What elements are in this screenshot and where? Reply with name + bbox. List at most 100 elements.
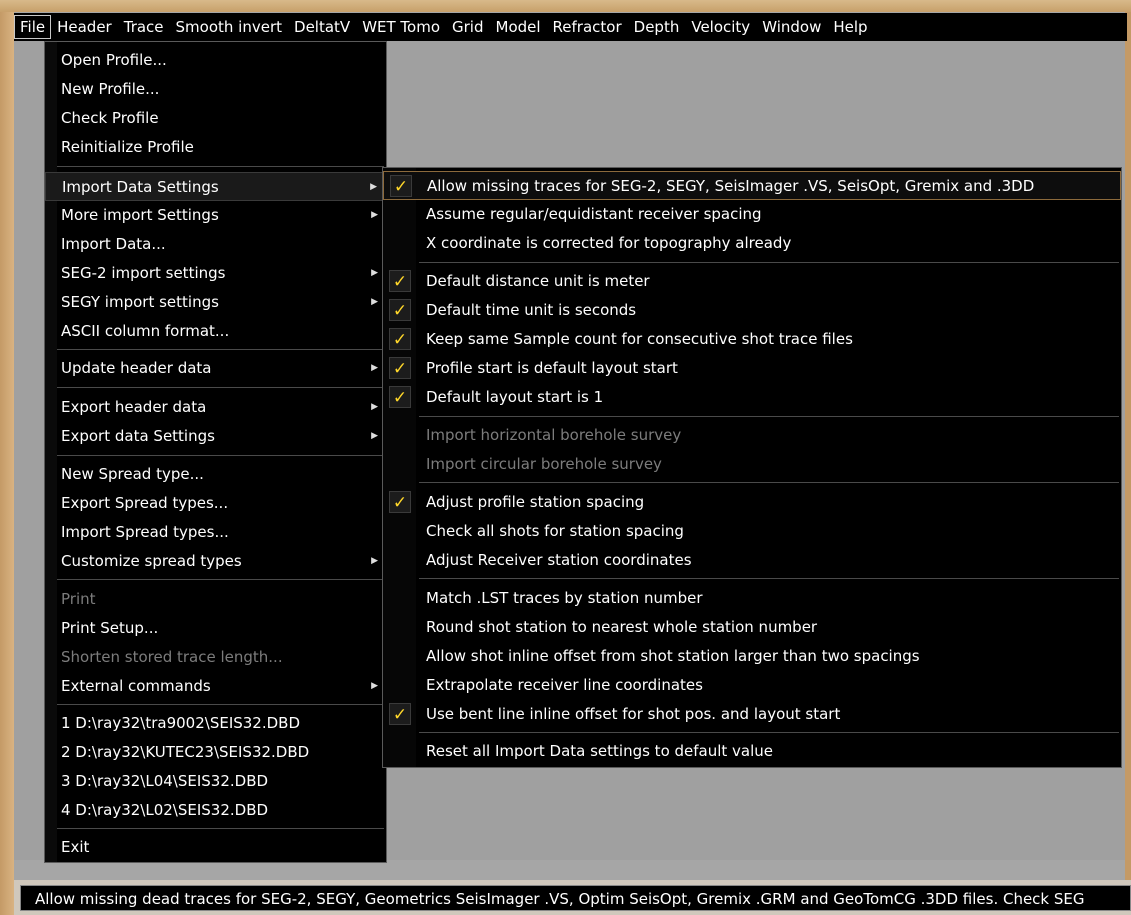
menu-separator [419,732,1119,733]
setting-adjust-receiver-coordinates[interactable]: Adjust Receiver station coordinates [383,546,1121,575]
menu-item-export-spread-types[interactable]: Export Spread types... [45,489,386,518]
check-icon: ✓ [389,328,411,350]
menu-item-label: Import Data Settings [62,178,219,196]
setting-import-horizontal-borehole: Import horizontal borehole survey [383,421,1121,450]
setting-default-distance-meter[interactable]: ✓ Default distance unit is meter [383,267,1121,296]
menu-item-seg2-import-settings[interactable]: SEG-2 import settings ▶ [45,259,386,288]
setting-check-all-shots-spacing[interactable]: Check all shots for station spacing [383,517,1121,546]
setting-label: Extrapolate receiver line coordinates [426,676,703,694]
menu-item-shorten-trace-length: Shorten stored trace length... [61,648,283,666]
menu-item-import-spread-types[interactable]: Import Spread types... [45,518,386,547]
menu-velocity[interactable]: Velocity [685,15,756,39]
menu-item-external-commands[interactable]: External commands ▶ [45,672,386,701]
menu-item-label: External commands [61,677,211,695]
menu-separator [57,166,384,167]
menu-item-label: Export data Settings [61,427,215,445]
setting-label: Round shot station to nearest whole stat… [426,618,818,636]
menu-header[interactable]: Header [51,15,118,39]
setting-label: Import circular borehole survey [426,455,662,473]
setting-default-layout-start-1[interactable]: ✓ Default layout start is 1 [383,383,1121,412]
setting-label: Adjust Receiver station coordinates [426,551,692,569]
setting-allow-shot-inline-offset[interactable]: Allow shot inline offset from shot stati… [383,642,1121,671]
menu-separator [419,482,1119,483]
menu-item-export-data-settings[interactable]: Export data Settings ▶ [45,422,386,451]
menu-item-open-profile[interactable]: Open Profile... [45,46,386,75]
setting-reset-all-defaults[interactable]: Reset all Import Data settings to defaul… [383,737,1121,766]
menu-item-segy-import-settings[interactable]: SEGY import settings ▶ [45,288,386,317]
submenu-arrow-icon: ▶ [371,402,378,412]
setting-keep-sample-count[interactable]: ✓ Keep same Sample count for consecutive… [383,325,1121,354]
setting-label: Check all shots for station spacing [426,522,684,540]
setting-label: Use bent line inline offset for shot pos… [426,705,841,723]
setting-label: Default layout start is 1 [426,388,604,406]
check-icon: ✓ [389,299,411,321]
setting-round-shot-station[interactable]: Round shot station to nearest whole stat… [383,613,1121,642]
menu-item-new-profile[interactable]: New Profile... [45,75,386,104]
setting-label: Match .LST traces by station number [426,589,703,607]
menu-separator [57,704,384,705]
menu-file[interactable]: File [14,15,52,39]
menu-refractor[interactable]: Refractor [547,15,628,39]
menu-item-exit[interactable]: Exit [45,833,386,862]
menu-help[interactable]: Help [827,15,873,39]
submenu-arrow-icon: ▶ [371,268,378,278]
setting-assume-regular-spacing[interactable]: Assume regular/equidistant receiver spac… [383,200,1121,229]
menu-item-new-spread-type[interactable]: New Spread type... [45,460,386,489]
menu-item-print-setup[interactable]: Print Setup... [45,614,386,643]
menu-model[interactable]: Model [490,15,547,39]
menu-item-import-data-settings[interactable]: Import Data Settings ▶ [45,172,386,201]
submenu-arrow-icon: ▶ [370,182,377,192]
menu-trace[interactable]: Trace [118,15,170,39]
menu-window[interactable]: Window [756,15,827,39]
check-icon: ✓ [389,357,411,379]
setting-default-time-seconds[interactable]: ✓ Default time unit is seconds [383,296,1121,325]
window-frame-right [1125,12,1131,915]
setting-match-lst-traces[interactable]: Match .LST traces by station number [383,584,1121,613]
menu-deltatv[interactable]: DeltatV [288,15,356,39]
setting-label: Adjust profile station spacing [426,493,645,511]
setting-bent-line-inline-offset[interactable]: ✓ Use bent line inline offset for shot p… [383,700,1121,729]
setting-import-circular-borehole: Import circular borehole survey [383,450,1121,479]
menu-item-reinitialize-profile[interactable]: Reinitialize Profile [45,133,386,162]
setting-allow-missing-traces[interactable]: ✓ Allow missing traces for SEG-2, SEGY, … [383,171,1121,200]
menu-depth[interactable]: Depth [628,15,686,39]
status-bar-text: Allow missing dead traces for SEG-2, SEG… [20,885,1131,911]
menu-item-recent-file-2[interactable]: 2 D:\ray32\KUTEC23\SEIS32.DBD [45,738,386,767]
menu-item-export-header-data[interactable]: Export header data ▶ [45,393,386,422]
submenu-arrow-icon: ▶ [371,363,378,373]
setting-extrapolate-receiver-line[interactable]: Extrapolate receiver line coordinates [383,671,1121,700]
setting-label: Import horizontal borehole survey [426,426,682,444]
setting-adjust-profile-spacing[interactable]: ✓ Adjust profile station spacing [383,488,1121,517]
menu-wet-tomo[interactable]: WET Tomo [356,15,446,39]
menu-item-label: Customize spread types [61,552,242,570]
menu-item-recent-file-1[interactable]: 1 D:\ray32\tra9002\SEIS32.DBD [45,709,386,738]
menu-item-recent-file-4[interactable]: 4 D:\ray32\L02\SEIS32.DBD [45,796,386,825]
menu-item-label: Export header data [61,398,207,416]
menu-smooth-invert[interactable]: Smooth invert [170,15,288,39]
menu-item-import-data[interactable]: Import Data... [45,230,386,259]
menu-grid[interactable]: Grid [446,15,489,39]
menu-bar: File Header Trace Smooth invert DeltatV … [14,13,1127,41]
check-icon: ✓ [389,491,411,513]
setting-label: Keep same Sample count for consecutive s… [426,330,853,348]
setting-label: Allow missing traces for SEG-2, SEGY, Se… [427,177,1035,195]
menu-item-more-import-settings[interactable]: More import Settings ▶ [45,201,386,230]
window-frame-top [0,0,1131,12]
menu-item-update-header-data[interactable]: Update header data ▶ [45,354,386,383]
file-menu-dropdown: Open Profile... New Profile... Check Pro… [44,41,387,863]
setting-label: Assume regular/equidistant receiver spac… [426,205,762,223]
menu-separator [419,416,1119,417]
menu-item-recent-file-3[interactable]: 3 D:\ray32\L04\SEIS32.DBD [45,767,386,796]
setting-x-corrected-topography[interactable]: X coordinate is corrected for topography… [383,229,1121,258]
menu-item-label: SEGY import settings [61,293,219,311]
setting-label: Profile start is default layout start [426,359,678,377]
setting-label: Reset all Import Data settings to defaul… [426,742,774,760]
menu-separator [57,387,384,388]
window-frame-left [0,12,14,915]
menu-item-check-profile[interactable]: Check Profile [45,104,386,133]
submenu-arrow-icon: ▶ [371,431,378,441]
menu-item-customize-spread-types[interactable]: Customize spread types ▶ [45,547,386,576]
setting-profile-start-layout-start[interactable]: ✓ Profile start is default layout start [383,354,1121,383]
menu-item-ascii-column-format[interactable]: ASCII column format... [45,317,386,346]
setting-label: Default time unit is seconds [426,301,637,319]
